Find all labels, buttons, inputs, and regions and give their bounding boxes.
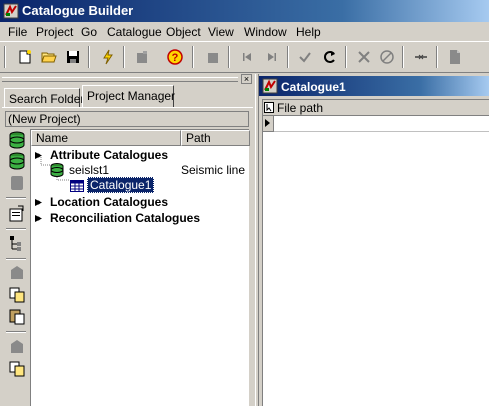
select-all-icon[interactable] — [264, 102, 274, 113]
toolbar-separator — [402, 46, 404, 68]
properties-icon[interactable] — [8, 205, 26, 223]
cancel-icon[interactable] — [376, 46, 398, 68]
tree-node-catalogue1[interactable]: Catalogue1 — [87, 177, 155, 193]
menu-window[interactable]: Window — [244, 25, 287, 39]
vertical-separator — [6, 258, 26, 260]
menu-go[interactable]: Go — [81, 25, 97, 39]
app-title: Catalogue Builder — [22, 3, 134, 18]
toolbar-separator — [4, 46, 6, 68]
database-add-icon[interactable] — [8, 152, 26, 170]
open-folder-icon[interactable] — [38, 46, 60, 68]
menu-help[interactable]: Help — [296, 25, 321, 39]
save-icon[interactable] — [62, 46, 84, 68]
hierarchy-icon[interactable] — [8, 234, 26, 252]
column-file-path[interactable]: File path — [277, 101, 323, 115]
new-object-icon[interactable] — [131, 46, 153, 68]
move-grey-icon[interactable] — [8, 338, 26, 356]
tree-node-path: Seismic line lis — [181, 163, 249, 177]
row-selector[interactable] — [263, 116, 274, 132]
project-tree: Name Path Attribute Catalogues seislst1 … — [30, 129, 250, 406]
tab-divider — [2, 107, 253, 108]
toolbar-separator — [345, 46, 347, 68]
document-icon[interactable] — [444, 46, 466, 68]
tab-search-folder[interactable]: Search Folder — [4, 88, 84, 108]
pane-grip — [2, 77, 238, 82]
database-icon[interactable] — [8, 131, 26, 149]
catalogue-grid: File path — [262, 99, 489, 406]
export-icon[interactable] — [8, 360, 26, 378]
vertical-separator — [6, 197, 26, 199]
close-pane-button[interactable]: × — [241, 74, 252, 84]
toolbar-separator — [228, 46, 230, 68]
svg-text:?: ? — [172, 52, 179, 64]
new-icon[interactable] — [14, 46, 36, 68]
app-title-bar: Catalogue Builder — [0, 0, 489, 22]
grid-header: File path — [263, 100, 489, 116]
last-icon[interactable] — [261, 46, 283, 68]
app-icon — [3, 3, 19, 19]
column-path[interactable]: Path — [181, 130, 250, 146]
help-icon[interactable]: ? — [164, 46, 186, 68]
menu-project[interactable]: Project — [36, 25, 73, 39]
toolbar-separator — [123, 46, 125, 68]
link-icon[interactable] — [410, 46, 432, 68]
expand-icon[interactable] — [34, 198, 43, 207]
copy-icon[interactable] — [8, 286, 26, 304]
first-icon[interactable] — [236, 46, 258, 68]
column-name[interactable]: Name — [31, 130, 181, 146]
toolbar-separator — [287, 46, 289, 68]
paste-icon[interactable] — [8, 307, 26, 325]
cross-icon[interactable] — [353, 46, 375, 68]
catalogue-grey-icon[interactable] — [8, 174, 26, 192]
table-icon — [70, 180, 84, 192]
catalogue-window: Catalogue1 File path — [259, 74, 489, 406]
window-icon — [262, 78, 278, 94]
move-icon[interactable] — [8, 264, 26, 282]
menu-catalogue[interactable]: Catalogue — [107, 25, 162, 39]
project-selector[interactable]: (New Project) — [5, 111, 249, 127]
tree-column-header: Name Path — [31, 130, 250, 147]
vertical-separator — [6, 331, 26, 333]
tree-node-location-catalogues[interactable]: Location Catalogues — [50, 195, 168, 210]
vertical-separator — [6, 228, 26, 230]
menu-view[interactable]: View — [208, 25, 234, 39]
menu-file[interactable]: File — [8, 25, 27, 39]
catalogue-window-title: Catalogue1 — [281, 80, 346, 94]
lightning-icon[interactable] — [97, 46, 119, 68]
toolbar-separator — [436, 46, 438, 68]
tree-connector — [56, 175, 69, 181]
project-manager-pane: × Search Folder Project Manager (New Pro… — [0, 74, 255, 406]
toolbar-separator — [88, 46, 90, 68]
main-toolbar: ? — [0, 41, 489, 73]
refresh-icon[interactable] — [319, 46, 341, 68]
tree-node-seislst1[interactable]: seislst1 — [69, 163, 109, 178]
selected-label: Catalogue1 — [87, 177, 155, 193]
catalogue-window-title-bar: Catalogue1 — [259, 76, 489, 96]
tree-node-reconciliation-catalogues[interactable]: Reconciliation Catalogues — [50, 211, 200, 226]
tab-project-manager[interactable]: Project Manager — [82, 85, 175, 108]
menu-object[interactable]: Object — [166, 25, 201, 39]
grid-cell-file-path[interactable] — [274, 116, 489, 132]
check-icon[interactable] — [294, 46, 316, 68]
toolbar-separator — [192, 46, 194, 68]
menu-bar: File Project Go Catalogue Object View Wi… — [0, 22, 489, 41]
tree-node-attribute-catalogues[interactable]: Attribute Catalogues — [50, 148, 168, 163]
delete-icon[interactable] — [202, 46, 224, 68]
expand-icon[interactable] — [34, 214, 43, 223]
